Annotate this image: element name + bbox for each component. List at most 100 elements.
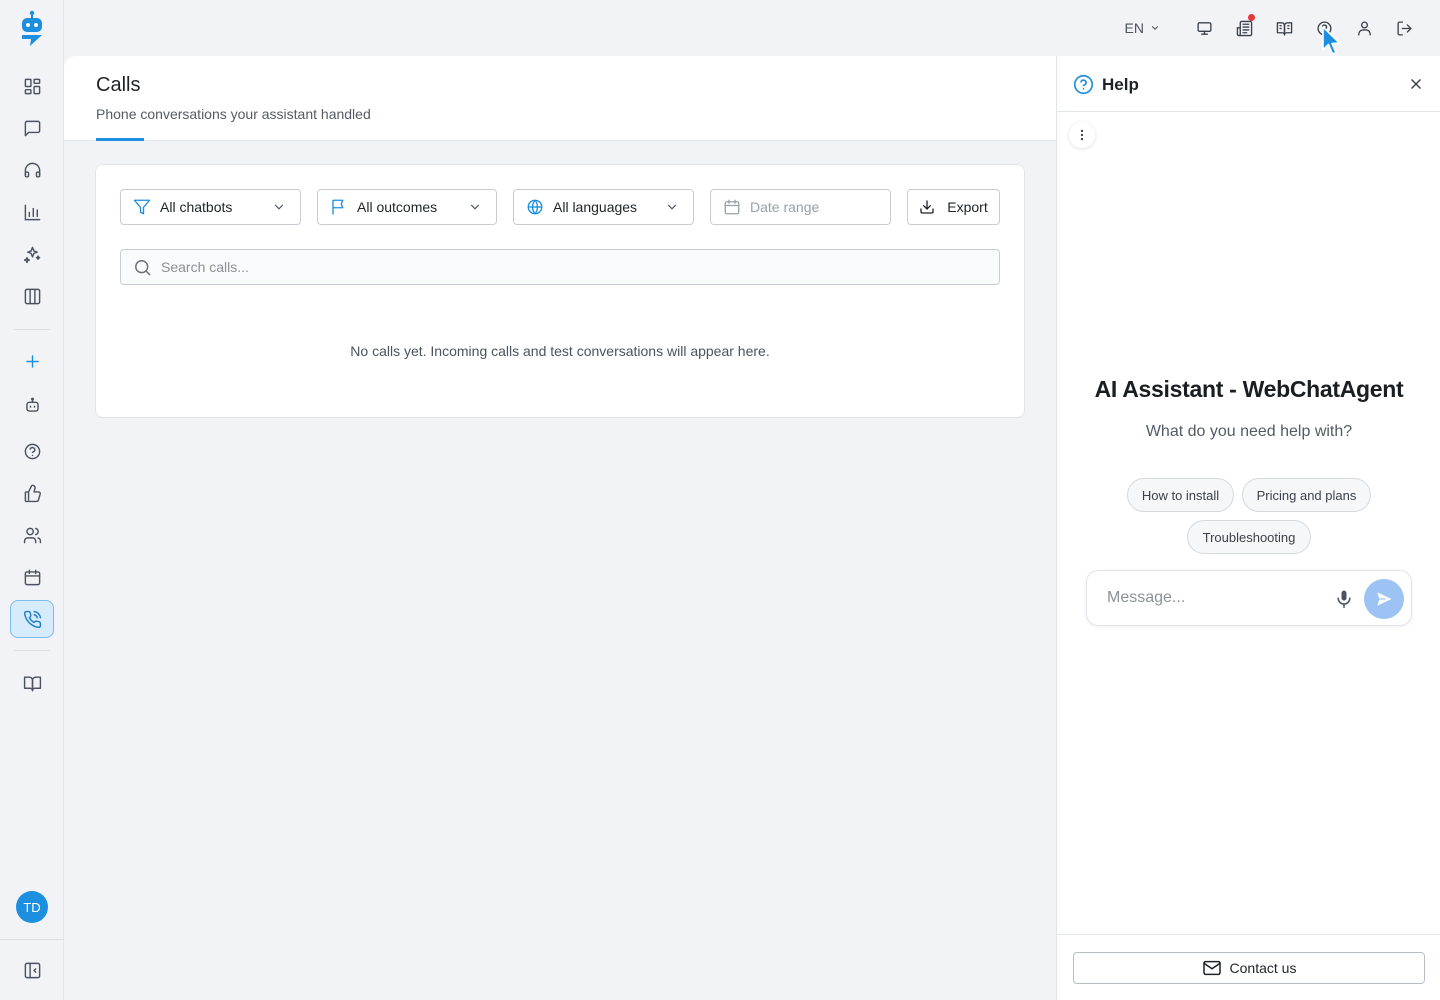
- monitor-icon: [1196, 21, 1212, 35]
- mail-icon: [1202, 960, 1221, 976]
- sidebar-divider: [0, 939, 64, 940]
- sidebar-item-feedback[interactable]: [10, 474, 54, 512]
- search-bar: [120, 249, 1000, 285]
- suggestion-chip[interactable]: Pricing and plans: [1242, 478, 1371, 512]
- sidebar-item-ai[interactable]: [10, 235, 54, 273]
- export-label: Export: [947, 199, 988, 215]
- more-vertical-icon: [1080, 129, 1084, 141]
- language-selector[interactable]: EN: [1125, 20, 1160, 36]
- sidebar-item-analytics[interactable]: [10, 193, 54, 231]
- sidebar-item-faq[interactable]: [10, 432, 54, 470]
- microphone-icon[interactable]: [1334, 588, 1354, 610]
- users-icon: [23, 527, 41, 543]
- flag-icon: [332, 199, 344, 215]
- chatbot-filter[interactable]: All chatbots: [120, 189, 301, 225]
- language-filter-label: All languages: [553, 199, 638, 215]
- main-content: Calls Phone conversations your assistant…: [64, 56, 1056, 1000]
- phone-call-icon: [23, 610, 41, 628]
- outcome-filter-label: All outcomes: [357, 199, 438, 215]
- panel-left-icon: [24, 962, 40, 978]
- filter-icon: [133, 199, 151, 215]
- sidebar-collapse-button[interactable]: [10, 951, 54, 989]
- plus-icon: [25, 354, 39, 368]
- chevron-down-icon: [1151, 26, 1159, 31]
- sidebar-item-dashboard[interactable]: [10, 67, 54, 105]
- sidebar-item-add[interactable]: [10, 342, 54, 380]
- grid-icon: [24, 78, 40, 94]
- headphones-icon: [24, 162, 40, 178]
- date-range-placeholder: Date range: [750, 199, 820, 215]
- download-icon: [920, 200, 934, 214]
- send-icon: [1377, 592, 1392, 606]
- send-button[interactable]: [1364, 579, 1404, 619]
- outcome-filter[interactable]: All outcomes: [317, 189, 497, 225]
- date-range-picker[interactable]: Date range: [710, 189, 891, 225]
- help-header: Help: [1057, 56, 1440, 112]
- sidebar-item-bots[interactable]: [10, 386, 54, 424]
- avatar[interactable]: TD: [16, 891, 48, 923]
- thumbs-up-icon: [24, 484, 41, 502]
- chatbot-filter-label: All chatbots: [160, 199, 233, 215]
- mouse-cursor-icon: [1322, 26, 1341, 55]
- calendar-icon: [24, 569, 40, 585]
- contact-us-label: Contact us: [1229, 960, 1297, 976]
- close-icon[interactable]: [1409, 77, 1423, 91]
- page-title: Calls: [96, 74, 141, 96]
- suggestion-chip[interactable]: How to install: [1127, 478, 1234, 512]
- suggestion-chip[interactable]: Troubleshooting: [1187, 520, 1311, 554]
- page-subtitle: Phone conversations your assistant handl…: [96, 106, 371, 122]
- sidebar-item-calls[interactable]: [10, 600, 54, 638]
- logout-button[interactable]: [1384, 14, 1424, 42]
- message-composer: [1086, 570, 1412, 626]
- help-title: Help: [1102, 75, 1139, 94]
- globe-icon: [527, 199, 543, 215]
- assistant-prompt: What do you need help with?: [1145, 423, 1353, 440]
- columns-icon: [24, 288, 40, 304]
- sidebar-item-columns[interactable]: [10, 277, 54, 315]
- help-circle-icon: [1073, 74, 1094, 95]
- chevron-down-icon: [274, 204, 284, 210]
- sidebar-item-support[interactable]: [10, 151, 54, 189]
- app-logo[interactable]: [18, 9, 46, 47]
- empty-state-message: No calls yet. Incoming calls and test co…: [350, 343, 770, 359]
- logout-icon: [1396, 20, 1412, 36]
- active-tab-indicator: [96, 138, 144, 141]
- topbar: EN: [1125, 14, 1424, 42]
- message-input[interactable]: [1107, 589, 1317, 607]
- more-options-button[interactable]: [1069, 122, 1095, 148]
- help-circle-icon: [24, 443, 40, 459]
- chevron-down-icon: [667, 204, 677, 210]
- notification-dot: [1248, 14, 1255, 21]
- search-icon: [135, 259, 151, 275]
- calendar-icon: [724, 199, 740, 215]
- bot-icon: [25, 397, 39, 412]
- language-label: EN: [1124, 20, 1144, 36]
- bar-chart-icon: [24, 204, 40, 220]
- sidebar-item-calendar[interactable]: [10, 558, 54, 596]
- sidebar-divider: [14, 329, 50, 330]
- sidebar-divider: [14, 650, 50, 651]
- book-open-icon: [23, 675, 41, 691]
- help-footer: Contact us: [1057, 934, 1440, 1000]
- sidebar-item-docs[interactable]: [10, 664, 54, 702]
- preview-button[interactable]: [1184, 14, 1224, 42]
- calls-panel: All chatbots All outcomes All languages …: [95, 164, 1025, 418]
- search-input[interactable]: [161, 259, 961, 275]
- help-panel: Help AI Assistant - WebChatAgent What do…: [1056, 56, 1440, 1000]
- news-icon: [1236, 20, 1252, 36]
- news-button[interactable]: [1224, 14, 1264, 42]
- assistant-name: AI Assistant - WebChatAgent: [1094, 376, 1404, 402]
- docs-button[interactable]: [1264, 14, 1304, 42]
- export-button[interactable]: Export: [907, 189, 1000, 225]
- sidebar-item-users[interactable]: [10, 516, 54, 554]
- sparkles-icon: [23, 246, 40, 263]
- book-open-icon: [1276, 21, 1292, 36]
- sidebar-item-conversations[interactable]: [10, 109, 54, 147]
- message-square-icon: [24, 120, 40, 136]
- language-filter[interactable]: All languages: [513, 189, 694, 225]
- page-header: Calls Phone conversations your assistant…: [64, 56, 1056, 141]
- user-icon: [1357, 20, 1371, 36]
- chevron-down-icon: [470, 204, 480, 210]
- profile-button[interactable]: [1344, 14, 1384, 42]
- contact-us-button[interactable]: Contact us: [1073, 952, 1425, 984]
